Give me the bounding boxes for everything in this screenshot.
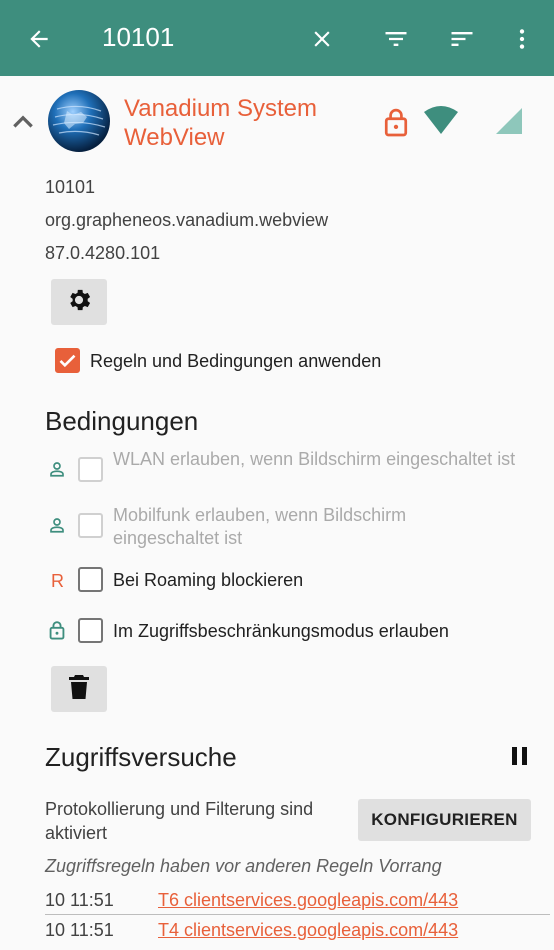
close-icon[interactable] [307, 24, 337, 54]
settings-button[interactable] [51, 279, 107, 325]
log-entry[interactable]: T4 clientservices.googleapis.com/443 [158, 920, 458, 941]
pause-icon[interactable] [510, 745, 530, 772]
app-version: 87.0.4280.101 [45, 243, 161, 263]
apply-rules-checkbox[interactable] [55, 348, 80, 373]
app-uid: 10101 [45, 177, 96, 197]
block-roaming-label: Bei Roaming blockieren [113, 570, 304, 590]
person-icon [48, 516, 66, 539]
log-entry[interactable]: T6 clientservices.googleapis.com/443 [158, 890, 458, 911]
app-name: Vanadium System WebView [124, 95, 317, 151]
mobile-signal-icon[interactable] [494, 106, 524, 141]
apply-rules-label: Regeln und Bedingungen anwenden [90, 351, 382, 371]
gear-icon [65, 286, 93, 319]
app-package: org.grapheneos.vanadium.webview [45, 210, 329, 230]
back-arrow-icon[interactable] [24, 24, 54, 54]
mobile-screen-on-checkbox[interactable] [78, 513, 103, 538]
block-roaming-checkbox[interactable] [78, 567, 103, 592]
more-vert-icon[interactable] [507, 24, 537, 54]
configure-button[interactable]: KONFIGURIEREN [358, 799, 531, 841]
lock-icon[interactable] [383, 106, 409, 143]
conditions-title: Bedingungen [45, 406, 199, 436]
filter-icon[interactable] [381, 24, 411, 54]
wifi-icon[interactable] [423, 106, 459, 141]
person-icon [48, 460, 66, 483]
log-time: 10 11:51 [45, 920, 114, 940]
collapse-chevron-icon[interactable] [10, 110, 36, 137]
trash-icon [67, 673, 91, 706]
access-status: Protokollierung und Filterung sind aktiv… [45, 799, 314, 843]
wifi-screen-on-label: WLAN erlauben, wenn Bildschirm eingescha… [113, 449, 516, 469]
access-note: Zugriffsregeln haben vor anderen Regeln … [45, 856, 442, 876]
lockdown-label: Im Zugriffsbeschränkungsmodus erlauben [113, 621, 449, 641]
lockdown-checkbox[interactable] [78, 618, 103, 643]
sort-icon[interactable] [447, 24, 477, 54]
mobile-screen-on-label: Mobilfunk erlauben, wenn Bildschirm eing… [113, 505, 407, 548]
wifi-screen-on-checkbox[interactable] [78, 457, 103, 482]
roaming-tag: R [51, 571, 64, 591]
app-bar: 10101 [0, 0, 554, 76]
app-icon [47, 89, 111, 158]
log-divider [45, 914, 550, 915]
access-title: Zugriffsversuche [45, 742, 237, 772]
search-query[interactable]: 10101 [102, 22, 174, 53]
log-time: 10 11:51 [45, 890, 114, 910]
delete-button[interactable] [51, 666, 107, 712]
lock-small-icon [48, 620, 66, 645]
